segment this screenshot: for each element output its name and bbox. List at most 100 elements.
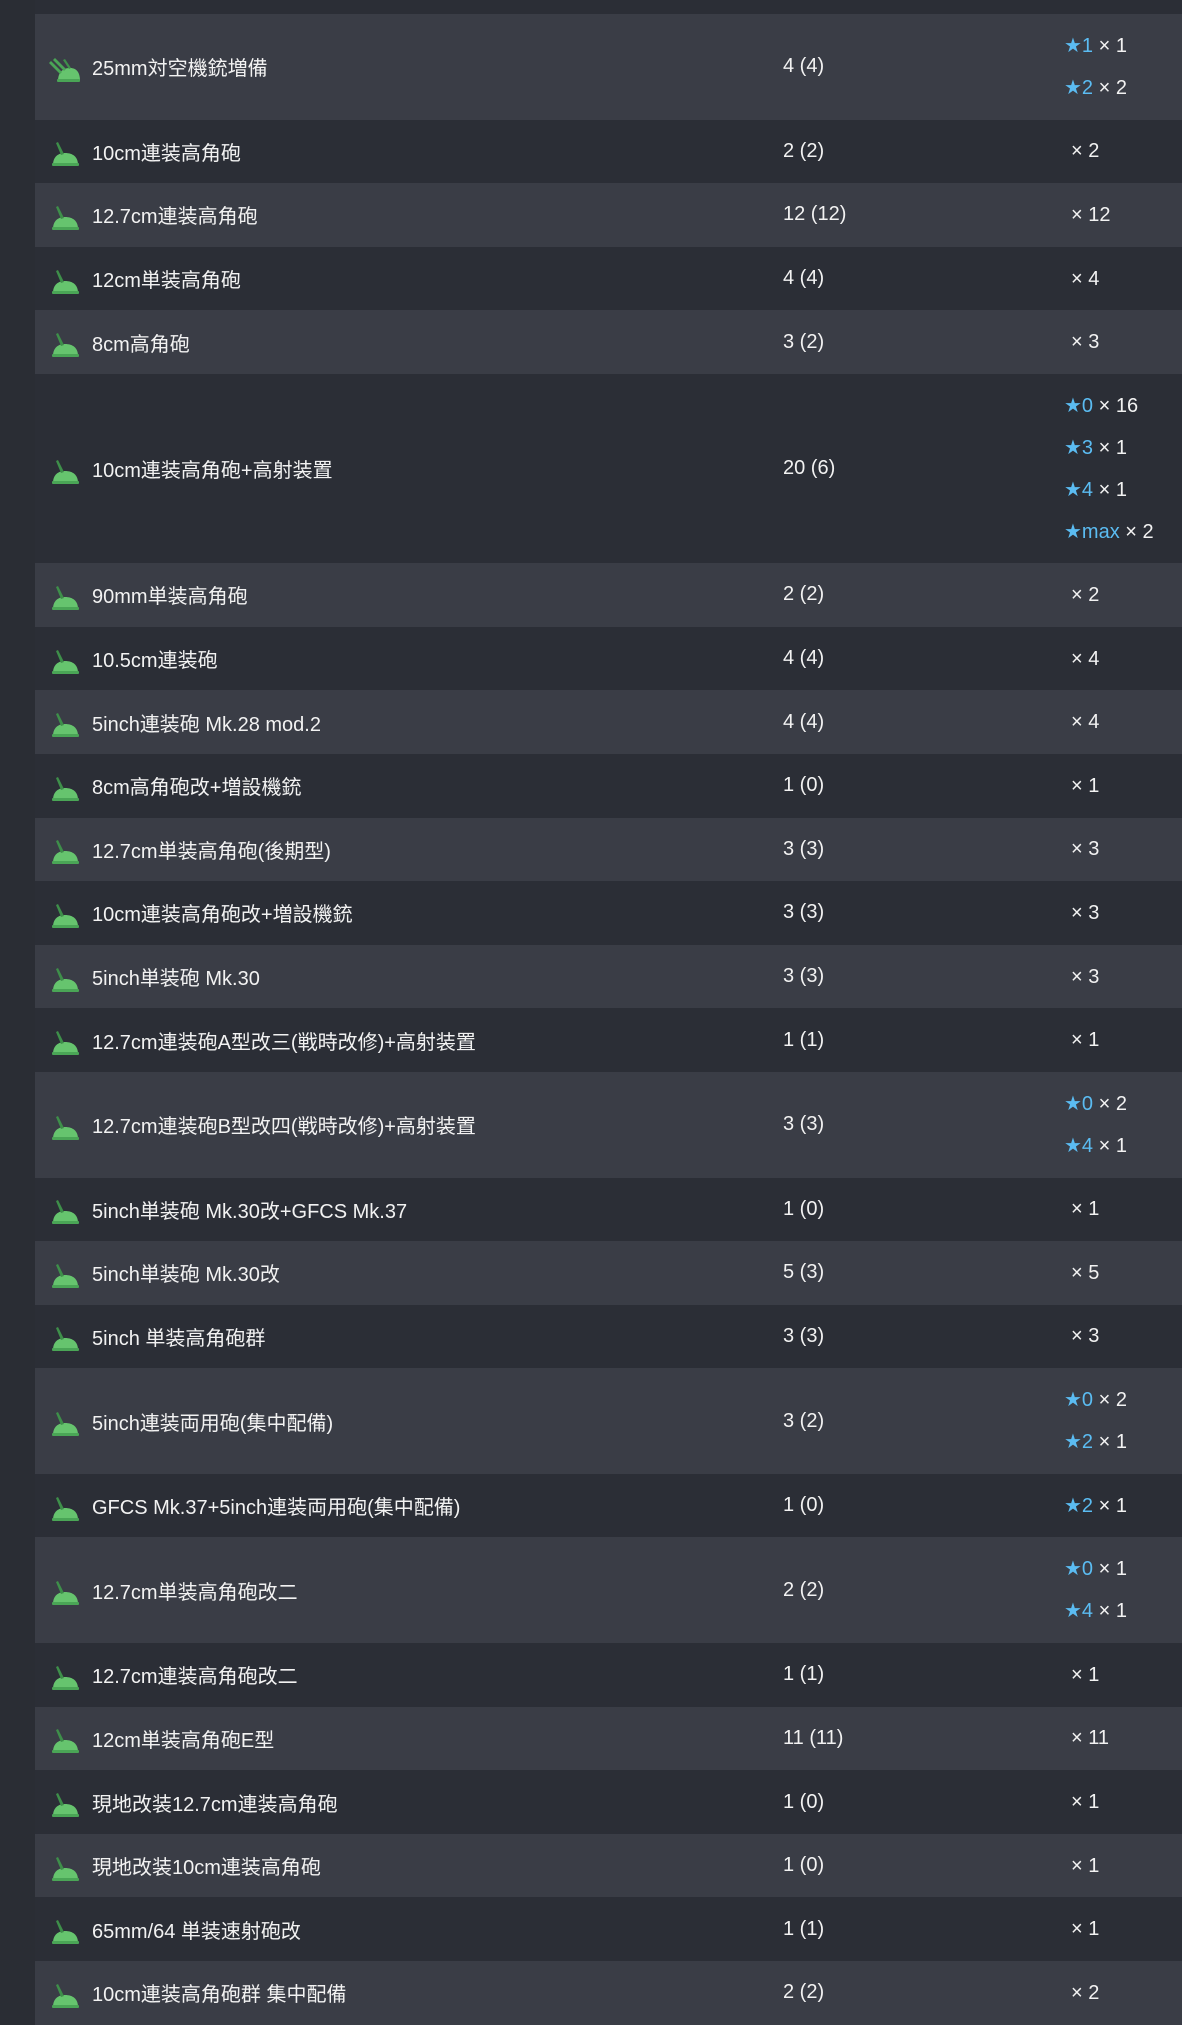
star-quantity: × 4 [1071,647,1100,670]
improvement-line: × 12 [1064,194,1182,236]
improvement-breakdown: ★1 × 1 ★2 × 2 [1064,25,1182,109]
equipment-count: 1 (1) [783,1917,825,1940]
equipment-name: 10.5cm連装砲 [92,650,218,673]
table-row[interactable]: 10cm連装高角砲+高射装置 20 (6) ★0 × 16 ★3 × 1 ★4 × 1 ★… [35,373,1182,564]
table-row[interactable]: 5inch単装砲 Mk.30改 5 (3) × 5 [35,1241,1182,1305]
star-quantity: × 1 [1071,1854,1100,1877]
improvement-breakdown: × 12 [1064,194,1182,236]
star-quantity: × 2 [1125,520,1154,543]
equipment-name-cell: 25mm対空機銃増備 [35,51,783,83]
improvement-breakdown: × 3 [1064,956,1182,998]
table-row[interactable]: 12.7cm単装高角砲改二 2 (2) ★0 × 1 ★4 × 1 [35,1537,1182,1644]
table-row[interactable]: 現地改装12.7cm連装高角砲 1 (0) × 1 [35,1770,1182,1834]
equipment-count: 3 (2) [783,330,825,353]
improvement-breakdown: ★0 × 16 ★3 × 1 ★4 × 1 ★max × 2 [1064,385,1182,553]
table-row[interactable]: 12.7cm連装高角砲改二 1 (1) × 1 [35,1643,1182,1707]
table-row[interactable]: 12cm単装高角砲 4 (4) × 4 [35,246,1182,311]
improvement-line: × 2 [1064,130,1182,172]
equipment-name: 10cm連装高角砲改+増設機銃 [92,904,353,927]
equipment-name: 5inch単装砲 Mk.30 [92,968,260,991]
equipment-name: 12.7cm連装高角砲改二 [92,1666,298,1689]
table-row[interactable]: 5inch単装砲 Mk.30 3 (3) × 3 [35,944,1182,1009]
equipment-name-cell: 10cm連装高角砲改+増設機銃 [35,897,783,929]
equipment-count: 1 (0) [783,1197,825,1220]
equipment-count: 2 (2) [783,1981,825,2004]
equipment-name-cell: 90mm単装高角砲 [35,579,783,611]
improvement-breakdown: × 1 [1064,1781,1182,1823]
aa-gun-icon [49,1193,81,1225]
improvement-breakdown: × 3 [1064,828,1182,870]
star-quantity: × 1 [1098,1600,1127,1623]
equipment-count: 4 (4) [783,647,825,670]
aa-gun-icon [49,643,81,675]
star-level: ★3 [1064,436,1094,459]
table-row[interactable]: 5inch単装砲 Mk.30改+GFCS Mk.37 1 (0) × 1 [35,1177,1182,1242]
equipment-name-cell: 65mm/64 単装速射砲改 [35,1913,783,1945]
star-quantity: × 1 [1098,1431,1127,1454]
table-row[interactable]: 25mm対空機銃増備 4 (4) ★1 × 1 ★2 × 2 [35,14,1182,120]
improvement-breakdown: × 1 [1064,1188,1182,1230]
table-row[interactable]: 12.7cm単装高角砲(後期型) 3 (3) × 3 [35,817,1182,882]
improvement-breakdown: ★0 × 2 ★2 × 1 [1064,1379,1182,1463]
table-row[interactable]: 10cm連装高角砲改+増設機銃 3 (3) × 3 [35,881,1182,945]
aa-gun-icon [49,1913,81,1945]
table-row[interactable]: 12.7cm連装砲B型改四(戦時改修)+高射装置 3 (3) ★0 × 2 ★4 × … [35,1071,1182,1178]
star-quantity: × 1 [1071,1029,1100,1052]
equipment-count: 3 (3) [783,1113,825,1136]
improvement-line: ★0 × 2 [1064,1083,1182,1125]
equipment-name: 12.7cm連装高角砲 [92,206,258,229]
improvement-breakdown: × 3 [1064,321,1182,363]
aa-gun-icon [49,1722,81,1754]
table-row[interactable]: 5inch 単装高角砲群 3 (3) × 3 [35,1304,1182,1369]
equipment-name: 10cm連装高角砲群 集中配備 [92,1984,347,2007]
equipment-name-cell: 12cm単装高角砲 [35,263,783,295]
improvement-breakdown: × 11 [1064,1717,1182,1759]
aa-gun-icon [49,326,81,358]
equipment-name-cell: 10.5cm連装砲 [35,643,783,675]
star-level: ★2 [1064,1431,1094,1454]
improvement-line: × 11 [1064,1717,1182,1759]
table-row[interactable]: 90mm単装高角砲 2 (2) × 2 [35,563,1182,627]
improvement-line: ★3 × 1 [1064,427,1182,469]
table-row[interactable]: 現地改装10cm連装高角砲 1 (0) × 1 [35,1833,1182,1898]
equipment-name: 現地改装12.7cm連装高角砲 [92,1793,338,1816]
table-row[interactable]: 12cm単装高角砲E型 11 (11) × 11 [35,1706,1182,1771]
table-row[interactable]: 5inch連装両用砲(集中配備) 3 (2) ★0 × 2 ★2 × 1 [35,1368,1182,1474]
equipment-name-cell: 8cm高角砲改+増設機銃 [35,770,783,802]
equipment-name-cell: 12.7cm連装砲B型改四(戦時改修)+高射装置 [35,1109,783,1141]
equipment-name: 12.7cm連装砲A型改三(戦時改修)+高射装置 [92,1031,476,1054]
star-quantity: × 1 [1098,1558,1127,1581]
aa-gun-icon [49,1574,81,1606]
equipment-count: 12 (12) [783,203,847,226]
table-row[interactable]: 65mm/64 単装速射砲改 1 (1) × 1 [35,1897,1182,1962]
table-row[interactable]: GFCS Mk.37+5inch連装両用砲(集中配備) 1 (0) ★2 × 1 [35,1473,1182,1538]
equipment-count: 4 (4) [783,267,825,290]
star-quantity: × 1 [1098,436,1127,459]
equipment-name: 65mm/64 単装速射砲改 [92,1920,301,1943]
improvement-line: × 1 [1064,1654,1182,1696]
equipment-name-cell: 12.7cm連装高角砲改二 [35,1659,783,1691]
table-row[interactable]: 5inch連装砲 Mk.28 mod.2 4 (4) × 4 [35,690,1182,754]
equipment-name-cell: 8cm高角砲 [35,326,783,358]
star-quantity: × 11 [1071,1727,1109,1750]
table-row[interactable]: 12.7cm連装高角砲 12 (12) × 12 [35,183,1182,247]
aa-gun-icon [49,1109,81,1141]
table-row[interactable]: 8cm高角砲 3 (2) × 3 [35,310,1182,374]
aa-gun-icon [49,135,81,167]
equipment-name-cell: 12.7cm単装高角砲改二 [35,1574,783,1606]
improvement-line: ★4 × 1 [1064,1590,1182,1632]
improvement-line: ★0 × 16 [1064,385,1182,427]
improvement-line: ★0 × 1 [1064,1548,1182,1590]
equipment-name-cell: 10cm連装高角砲 [35,135,783,167]
star-level: ★0 [1064,1558,1094,1581]
improvement-line: × 3 [1064,321,1182,363]
table-row[interactable]: 12.7cm連装砲A型改三(戦時改修)+高射装置 1 (1) × 1 [35,1008,1182,1072]
aa-gun-icon [49,1659,81,1691]
table-row[interactable]: 10.5cm連装砲 4 (4) × 4 [35,626,1182,691]
star-level: ★1 [1064,34,1094,57]
improvement-line: × 3 [1064,956,1182,998]
table-row[interactable]: 10cm連装高角砲群 集中配備 2 (2) × 2 [35,1961,1182,2025]
improvement-breakdown: ★2 × 1 [1064,1485,1182,1527]
table-row[interactable]: 8cm高角砲改+増設機銃 1 (0) × 1 [35,753,1182,818]
table-row[interactable]: 10cm連装高角砲 2 (2) × 2 [35,119,1182,184]
